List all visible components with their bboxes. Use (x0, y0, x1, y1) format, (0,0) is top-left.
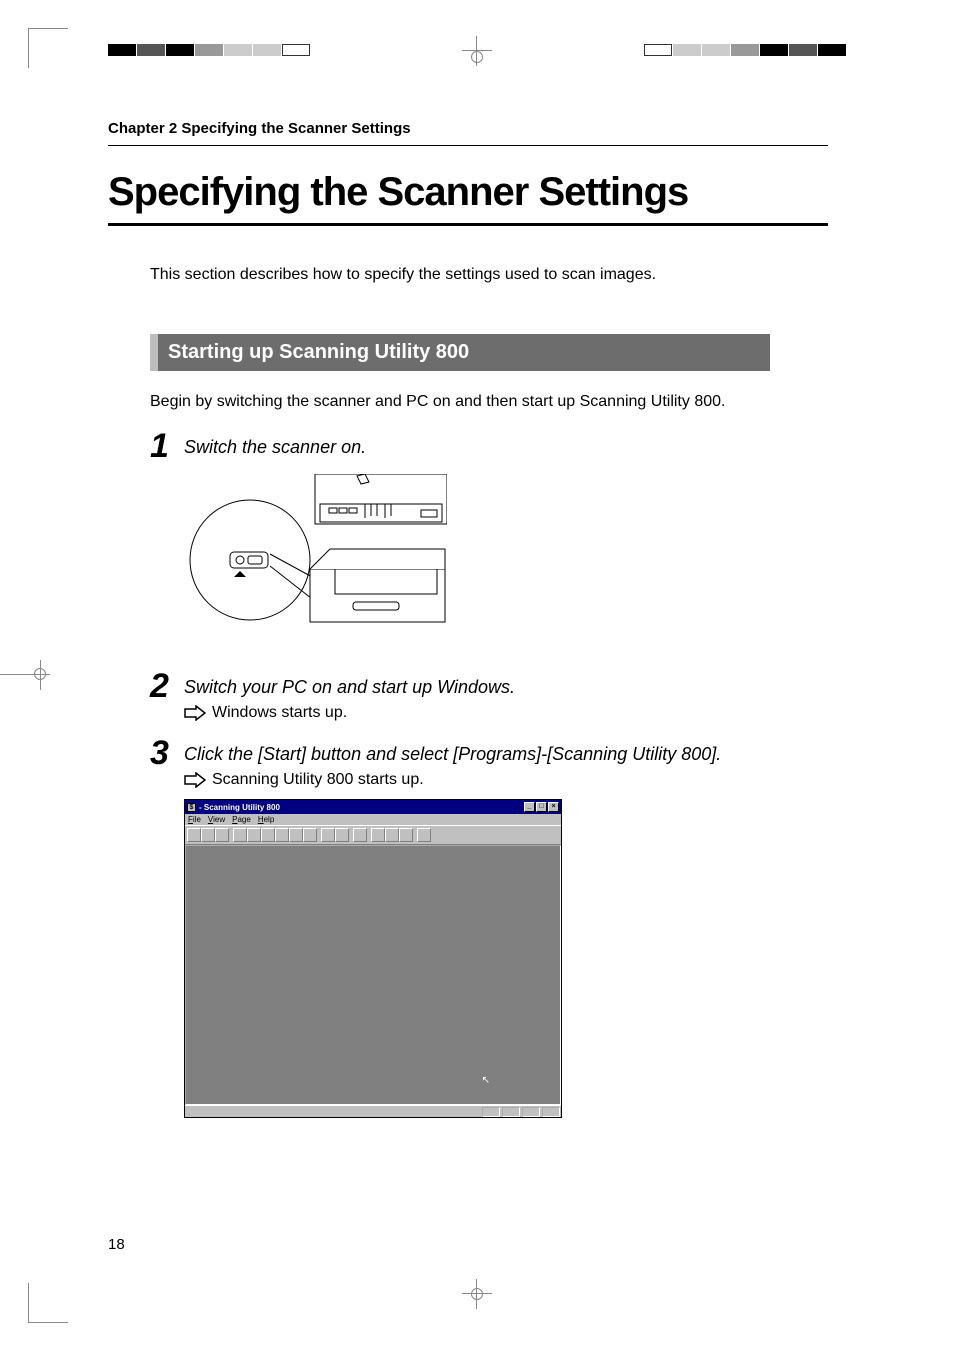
result-arrow-icon (184, 705, 206, 721)
toolbar-button[interactable] (371, 828, 385, 842)
scanner-illustration (184, 473, 446, 633)
toolbar-button[interactable] (321, 828, 335, 842)
step-title: Switch the scanner on. (184, 437, 828, 458)
window-title: - Scanning Utility 800 (199, 803, 280, 812)
page-content: Chapter 2 Specifying the Scanner Setting… (108, 120, 828, 1118)
toolbar-button[interactable] (233, 828, 247, 842)
crop-marks-top (0, 42, 954, 70)
status-pane (502, 1107, 520, 1117)
toolbar-button[interactable] (399, 828, 413, 842)
client-area: ↖ (185, 845, 561, 1105)
step-title: Click the [Start] button and select [Pro… (184, 744, 828, 765)
step-2: 2 Switch your PC on and start up Windows… (150, 673, 828, 722)
toolbar-button[interactable] (201, 828, 215, 842)
toolbar-button[interactable] (303, 828, 317, 842)
menu-view[interactable]: View (208, 815, 225, 824)
status-pane (522, 1107, 540, 1117)
minimize-button[interactable]: _ (524, 802, 535, 812)
toolbar-button[interactable] (247, 828, 261, 842)
step-number: 3 (150, 736, 184, 770)
menu-help[interactable]: Help (258, 815, 274, 824)
toolbar-button[interactable] (261, 828, 275, 842)
toolbar-button[interactable] (289, 828, 303, 842)
maximize-button[interactable]: □ (536, 802, 547, 812)
toolbar-button[interactable] (187, 828, 201, 842)
titlebar[interactable]: $ - Scanning Utility 800 _ □ × (185, 800, 561, 814)
section-intro: Begin by switching the scanner and PC on… (150, 393, 828, 411)
intro-text: This section describes how to specify th… (150, 266, 828, 284)
toolbar-button[interactable] (385, 828, 399, 842)
page-number: 18 (108, 1236, 125, 1253)
side-registration-mark (0, 660, 60, 690)
menu-page[interactable]: Page (232, 815, 251, 824)
status-pane (482, 1107, 500, 1117)
toolbar-button[interactable] (353, 828, 367, 842)
step-3: 3 Click the [Start] button and select [P… (150, 740, 828, 789)
cursor-icon: ↖ (482, 1075, 490, 1086)
scanning-utility-window: $ - Scanning Utility 800 _ □ × File View… (184, 799, 562, 1118)
toolbar (185, 825, 561, 845)
toolbar-button[interactable] (215, 828, 229, 842)
toolbar-button[interactable] (275, 828, 289, 842)
step-title: Switch your PC on and start up Windows. (184, 677, 828, 698)
close-button[interactable]: × (548, 802, 559, 812)
step-1: 1 Switch the scanner on. (150, 433, 828, 463)
menubar: File View Page Help (185, 814, 561, 825)
system-menu-icon[interactable]: $ (187, 803, 196, 812)
toolbar-button[interactable] (417, 828, 431, 842)
crop-marks-bottom (0, 1279, 954, 1309)
step-number: 1 (150, 429, 184, 463)
status-bar (185, 1105, 561, 1117)
corner-mark-top-left (28, 28, 68, 68)
step-number: 2 (150, 669, 184, 703)
status-pane (542, 1107, 560, 1117)
result-text: Scanning Utility 800 starts up. (212, 771, 424, 789)
result-arrow-icon (184, 772, 206, 788)
page-title: Specifying the Scanner Settings (108, 170, 828, 226)
chapter-header: Chapter 2 Specifying the Scanner Setting… (108, 120, 828, 146)
menu-file[interactable]: File (188, 815, 201, 824)
section-heading: Starting up Scanning Utility 800 (150, 334, 770, 371)
toolbar-button[interactable] (335, 828, 349, 842)
result-text: Windows starts up. (212, 704, 347, 722)
